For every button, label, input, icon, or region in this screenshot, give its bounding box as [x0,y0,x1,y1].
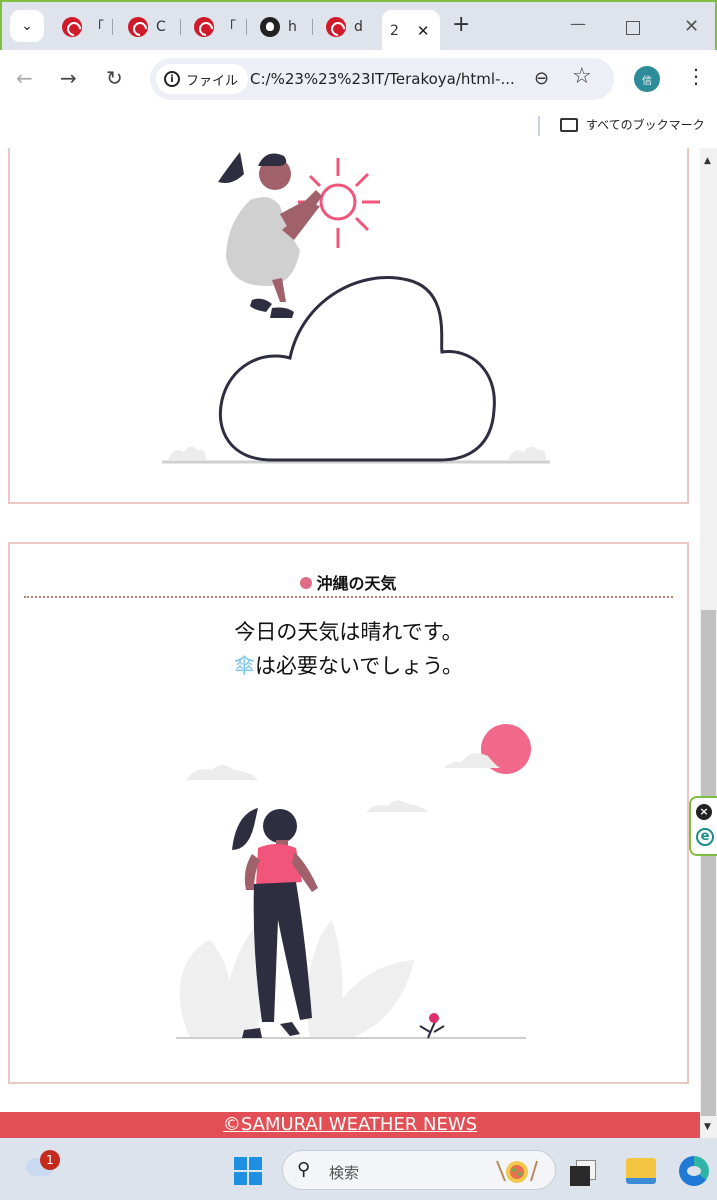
task-view-window-front [570,1166,590,1186]
notification-badge: 1 [40,1150,60,1170]
tab-divider [180,19,181,35]
taskbar-search-box[interactable]: ⚲ 検索 [282,1150,556,1190]
tab-divider [246,19,247,35]
all-bookmarks-label: すべてのブックマーク [586,118,705,132]
extension-widget: × e [689,796,717,856]
scroll-up-arrow-icon[interactable]: ▲ [704,156,711,166]
site-info-chip[interactable]: i ファイル [156,64,249,94]
tab-strip: ⌄ 「 C 「 h d 2 ✕ + — ✕ [0,0,717,52]
tab-label: d [354,19,363,35]
task-view-icon[interactable] [570,1156,600,1186]
github-favicon-icon [260,17,280,37]
tab-label: h [288,19,297,35]
tab-4[interactable]: h [252,10,305,44]
search-icon: ⚲ [297,1159,311,1180]
page-viewport: 沖縄の天気 今日の天気は晴れです。 傘は必要ないでしょう。 ©SAMURAI W… [0,148,700,1138]
back-arrow-icon[interactable]: ← [16,66,33,90]
more-menu-icon[interactable]: ⋮ [686,64,706,88]
start-logo-pane [249,1157,262,1170]
browser-toolbar: ← → ↻ i ファイル C:/%23%23%23IT/Terakoya/htm… [0,50,717,108]
tab-label: 「 [222,20,236,36]
start-logo-pane [234,1172,247,1185]
weather-card-okinawa: 沖縄の天気 今日の天気は晴れです。 傘は必要ないでしょう。 [8,542,689,1084]
close-icon[interactable]: ✕ [417,22,430,40]
reload-icon[interactable]: ↻ [106,66,123,90]
tab-3[interactable]: 「 [186,10,244,44]
tab-label: 「 [90,20,104,36]
scroll-thumb[interactable] [701,610,716,1116]
tab-search-button[interactable]: ⌄ [10,10,44,42]
samurai-favicon-icon [128,17,148,37]
maximize-icon[interactable] [626,21,640,35]
woman-on-cloud-illustration [162,152,550,464]
tab-2[interactable]: C [120,10,174,44]
samurai-favicon-icon [194,17,214,37]
scroll-down-arrow-icon[interactable]: ▼ [704,1122,711,1132]
file-explorer-icon[interactable] [626,1158,656,1184]
forward-arrow-icon[interactable]: → [60,66,77,90]
address-bar[interactable]: i ファイル C:/%23%23%23IT/Terakoya/html-... … [150,58,614,100]
tab-active[interactable]: 2 ✕ [382,10,440,52]
tab-label: C [156,19,166,35]
site-info-label: ファイル [186,73,239,89]
tab-1[interactable]: 「 [54,10,112,44]
minimize-icon[interactable]: — [570,14,586,33]
bookmarks-bar: すべてのブックマーク [0,108,717,148]
samurai-favicon-icon [62,17,82,37]
extension-e-icon[interactable]: e [696,828,714,846]
folder-icon [560,117,578,132]
new-tab-button[interactable]: + [452,12,470,37]
all-bookmarks-button[interactable]: すべてのブックマーク [560,116,705,133]
tab-divider [312,19,313,35]
info-icon: i [164,71,180,87]
footer-link[interactable]: ©SAMURAI WEATHER NEWS [223,1114,477,1135]
bookmark-star-icon[interactable]: ☆ [572,64,592,89]
window-close-icon[interactable]: ✕ [684,16,699,37]
sunny-woman-illustration [176,724,531,1039]
tab-5[interactable]: d [318,10,371,44]
windows-taskbar: 1 ⚲ 検索 [0,1138,717,1200]
edge-browser-icon[interactable] [679,1156,709,1186]
start-logo-pane [234,1157,247,1170]
samurai-favicon-icon [326,17,346,37]
search-highlight-art-icon [496,1160,538,1183]
bookmarks-divider [538,116,540,136]
start-logo-pane [249,1172,262,1185]
close-circle-icon[interactable]: × [696,804,712,820]
start-button[interactable] [234,1157,262,1185]
tab-divider [112,19,113,35]
site-footer: ©SAMURAI WEATHER NEWS [0,1112,700,1138]
zoom-out-icon[interactable]: ⊖ [534,68,549,89]
weather-card-previous [8,148,689,504]
search-placeholder: 検索 [329,1164,360,1182]
tab-label: 2 [390,23,399,39]
url-text[interactable]: C:/%23%23%23IT/Terakoya/html-... [250,70,515,88]
page-scrollbar[interactable]: ▲ ▼ [700,148,717,1138]
profile-avatar[interactable]: 信 [634,66,660,92]
